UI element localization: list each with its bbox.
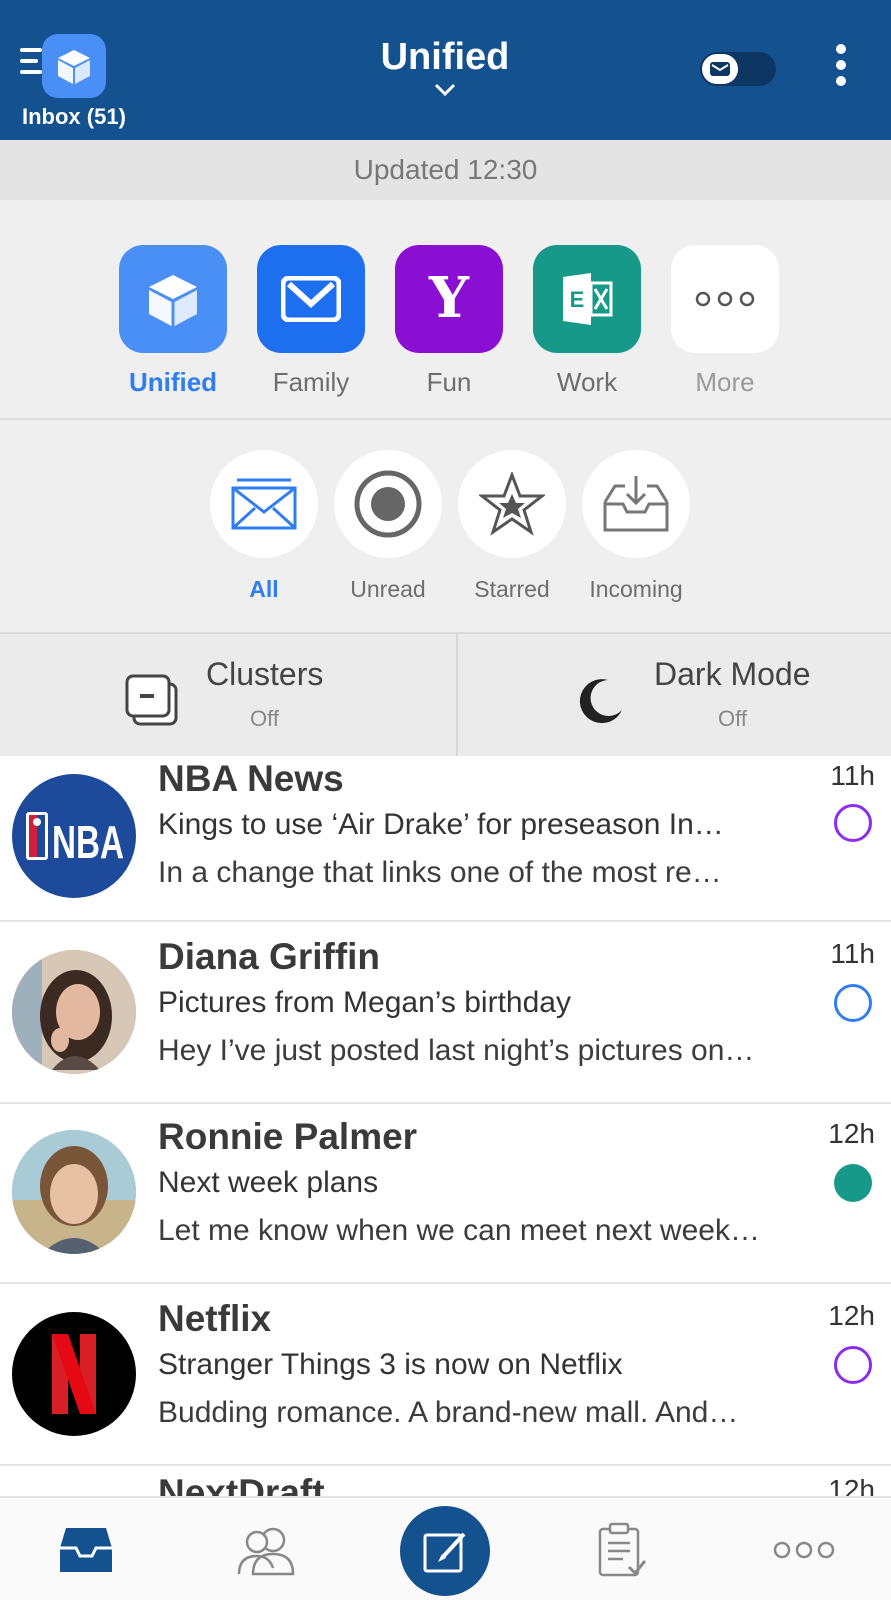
radio-dot-icon [334, 450, 442, 558]
inbox-label: Inbox (51) [22, 104, 126, 129]
mail-sender: Ronnie Palmer [158, 1116, 418, 1157]
contact-avatar [12, 1130, 136, 1254]
mail-subject: Kings to use ‘Air Drake’ for preseason I… [158, 808, 724, 841]
unread-indicator[interactable] [834, 984, 872, 1022]
filter-label: Incoming [589, 576, 683, 602]
clusters-title: Clusters [206, 656, 324, 692]
account-more[interactable]: More [670, 245, 780, 398]
mail-item[interactable]: NBA NBA News Kings to use ‘Air Drake’ fo… [0, 756, 891, 922]
mail-item[interactable]: NextDraft 12h [0, 1460, 891, 1496]
mail-sender: NBA News [158, 758, 344, 799]
clusters-state: Off [250, 706, 279, 731]
mail-sender: Netflix [158, 1298, 272, 1339]
filter-all[interactable]: All [202, 450, 326, 603]
account-family[interactable]: Family [256, 245, 366, 398]
account-label: Fun [426, 367, 472, 397]
app-header: Inbox (51) Unified [0, 0, 891, 140]
tasks-icon [598, 1522, 647, 1577]
mail-subject: Pictures from Megan’s birthday [158, 986, 571, 1019]
gmail-icon [257, 245, 365, 353]
mail-subject: Stranger Things 3 is now on Netflix [158, 1348, 623, 1381]
nav-tasks[interactable] [562, 1498, 682, 1600]
mail-time: 11h [830, 760, 875, 791]
filter-incoming[interactable]: Incoming [574, 450, 698, 603]
svg-text:E: E [570, 287, 585, 312]
unified-cube-icon [42, 34, 106, 98]
nba-logo-avatar: NBA [12, 774, 136, 898]
nav-inbox[interactable] [26, 1498, 146, 1600]
overflow-menu-button[interactable] [826, 44, 856, 94]
sync-status: Updated 12:30 [0, 140, 891, 200]
filter-starred[interactable]: Starred [450, 450, 574, 603]
filter-row: All Unread Starred Incoming [0, 420, 891, 632]
page-title: Unified [380, 36, 510, 78]
more-dots-icon [671, 245, 779, 353]
read-indicator[interactable] [834, 1164, 872, 1202]
more-dots-icon [773, 1541, 835, 1559]
cube-icon [119, 245, 227, 353]
exchange-icon: E [533, 245, 641, 353]
options-row: Clusters Off Dark Mode Off [0, 632, 891, 758]
filter-label: Unread [350, 576, 426, 602]
accounts-row: Unified Family Y Fun E Work More [0, 200, 891, 420]
nav-more[interactable] [744, 1498, 864, 1600]
chevron-down-icon [434, 83, 456, 97]
envelope-icon [210, 450, 318, 558]
bottom-navigation [0, 1496, 891, 1600]
svg-text:NBA: NBA [52, 816, 124, 868]
mail-list: NBA NBA News Kings to use ‘Air Drake’ fo… [0, 756, 891, 1496]
mail-time: 12h [828, 1474, 875, 1496]
account-fun[interactable]: Y Fun [394, 245, 504, 398]
inbox-icon [60, 1528, 112, 1572]
account-unified[interactable]: Unified [118, 245, 228, 398]
yahoo-icon: Y [395, 245, 503, 353]
account-label: Family [272, 367, 350, 397]
dark-mode-state: Off [718, 706, 747, 731]
contacts-icon [237, 1527, 295, 1576]
mail-preview: Hey I’ve just posted last night’s pictur… [158, 1034, 755, 1067]
netflix-logo-avatar [12, 1312, 136, 1436]
svg-text:Y: Y [428, 269, 470, 329]
tray-download-icon [582, 450, 690, 558]
moon-icon [579, 679, 622, 724]
account-switcher[interactable]: Unified [345, 36, 545, 97]
mail-sender: Diana Griffin [158, 936, 381, 977]
mail-item[interactable]: Diana Griffin Pictures from Megan’s birt… [0, 924, 891, 1104]
mail-item[interactable]: Ronnie Palmer Next week plans Let me kno… [0, 1104, 891, 1284]
filter-unread[interactable]: Unread [326, 450, 450, 603]
mail-preview: In a change that links one of the most r… [158, 856, 722, 889]
mail-time: 12h [828, 1118, 875, 1149]
mail-preview: Budding romance. A brand-new mall. And… [158, 1396, 739, 1429]
mail-toggle-icon [702, 54, 738, 84]
clusters-icon [125, 674, 178, 726]
filter-label: Starred [474, 576, 550, 602]
filter-label: All [249, 576, 279, 602]
dark-mode-toggle[interactable]: Dark Mode Off [458, 634, 891, 758]
account-work[interactable]: E Work [532, 245, 642, 398]
mail-time: 12h [828, 1300, 875, 1331]
inbox-menu-button[interactable]: Inbox (51) [20, 30, 140, 135]
account-label: Work [556, 367, 618, 397]
unread-indicator[interactable] [834, 804, 872, 842]
unread-indicator[interactable] [834, 1346, 872, 1384]
mail-sender: NextDraft [158, 1472, 325, 1496]
star-icon [458, 450, 566, 558]
hamburger-icon [20, 48, 42, 81]
contact-avatar [12, 950, 136, 1074]
compose-button[interactable] [400, 1506, 490, 1596]
focus-toggle[interactable] [700, 52, 776, 86]
mail-time: 11h [830, 938, 875, 969]
mail-subject: Next week plans [158, 1166, 379, 1199]
mail-item[interactable]: Netflix Stranger Things 3 is now on Netf… [0, 1286, 891, 1466]
dark-mode-title: Dark Mode [654, 656, 811, 692]
account-label: More [695, 367, 755, 397]
compose-icon [423, 1532, 466, 1573]
account-label: Unified [128, 367, 218, 397]
clusters-toggle[interactable]: Clusters Off [0, 634, 456, 758]
mail-preview: Let me know when we can meet next week… [158, 1214, 760, 1247]
nav-contacts[interactable] [206, 1498, 326, 1600]
